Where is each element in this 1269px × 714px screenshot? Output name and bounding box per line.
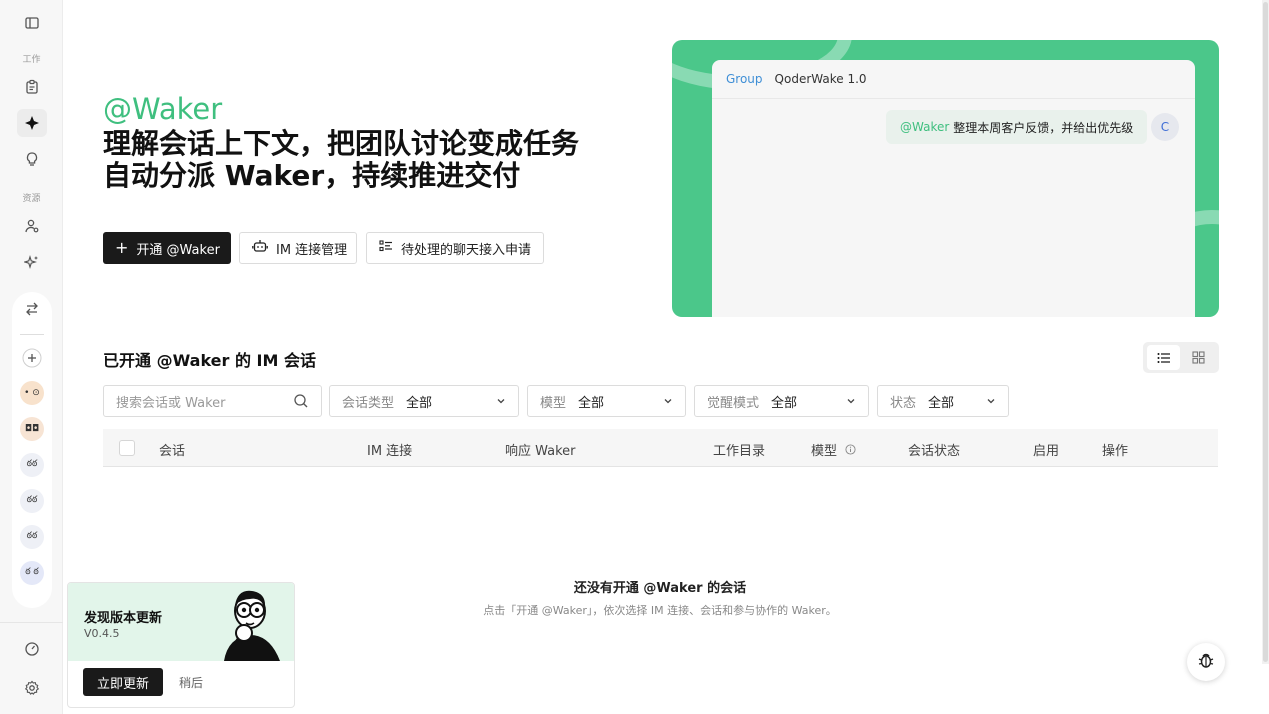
filter-value: 全部 <box>771 395 798 411</box>
column-header: 操作 <box>1102 444 1129 459</box>
agent-avatar[interactable]: ఠఠ <box>20 453 44 477</box>
filter-conversation-type[interactable]: 会话类型 全部 <box>329 385 519 417</box>
column-header: 启用 <box>1033 444 1060 459</box>
update-version: V0.4.5 <box>84 627 120 640</box>
add-agent-icon[interactable] <box>20 346 44 370</box>
column-header: 会话 <box>159 444 186 459</box>
remind-later-button[interactable]: 稍后 <box>179 674 203 691</box>
filter-wake-mode[interactable]: 觉醒模式 全部 <box>694 385 869 417</box>
chat-preview-mention: @Waker <box>900 120 950 134</box>
filter-label: 觉醒模式 <box>707 395 760 411</box>
chat-preview-header: Group QoderWake 1.0 <box>712 60 1195 99</box>
agent-avatar[interactable]: ◘◘ <box>20 417 44 441</box>
search-input[interactable]: 搜索会话或 Waker <box>103 385 322 417</box>
filter-status[interactable]: 状态 全部 <box>877 385 1009 417</box>
user-settings-icon[interactable] <box>20 214 44 238</box>
column-header: 响应 Waker <box>505 444 576 459</box>
settings-icon[interactable] <box>20 676 44 700</box>
scrollbar-thumb[interactable] <box>1263 2 1268 662</box>
waker-nav-icon[interactable] <box>17 109 47 137</box>
magnifier-character-illustration <box>218 585 288 661</box>
chat-preview-text: 整理本周客户反馈，并给出优先级 <box>953 120 1134 135</box>
chat-preview-tab: Group <box>726 72 763 86</box>
plus-icon: + <box>115 238 129 257</box>
list-view-button[interactable] <box>1147 345 1180 370</box>
sidebar-section-resources: 资源 <box>22 194 41 204</box>
search-placeholder: 搜索会话或 Waker <box>116 395 226 411</box>
filter-model[interactable]: 模型 全部 <box>527 385 686 417</box>
update-now-button[interactable]: 立即更新 <box>83 668 163 696</box>
info-icon[interactable] <box>845 444 856 459</box>
sparkle-icon[interactable] <box>20 250 44 274</box>
filter-label: 会话类型 <box>342 395 395 411</box>
chevron-down-icon <box>846 395 856 410</box>
view-toggle <box>1143 342 1219 373</box>
column-header: 工作目录 <box>713 444 766 459</box>
hero-headline-line2: 自动分派 Waker，持续推进交付 <box>103 159 521 192</box>
enable-waker-button[interactable]: + 开通 @Waker <box>103 232 231 264</box>
filter-value: 全部 <box>578 395 605 411</box>
enable-waker-label: 开通 @Waker <box>136 242 220 258</box>
pending-chat-requests-label: 待处理的聊天接入申请 <box>401 242 532 258</box>
column-header: IM 连接 <box>367 444 413 459</box>
chevron-down-icon <box>986 395 996 410</box>
chat-preview-window: Group QoderWake 1.0 @Waker 整理本周客户反馈，并给出优… <box>712 60 1195 317</box>
filter-value: 全部 <box>928 395 955 411</box>
hero-preview-card: Group QoderWake 1.0 @Waker 整理本周客户反馈，并给出优… <box>672 40 1219 317</box>
filter-value: 全部 <box>406 395 433 411</box>
filter-label: 状态 <box>890 395 917 411</box>
column-header-model: 模型 <box>811 440 856 459</box>
table-header: 会话 IM 连接 响应 Waker 工作目录 模型 会话状态 启用 操作 <box>103 429 1218 467</box>
list-check-icon <box>379 239 393 257</box>
column-header: 会话状态 <box>908 444 961 459</box>
pending-chat-requests-button[interactable]: 待处理的聊天接入申请 <box>366 232 544 264</box>
chevron-down-icon <box>496 395 506 410</box>
bug-icon <box>1196 650 1216 674</box>
select-all-checkbox[interactable] <box>119 440 135 456</box>
chat-preview-title: QoderWake 1.0 <box>774 72 867 86</box>
agent-avatar[interactable]: ఠఠ <box>20 525 44 549</box>
gauge-icon[interactable] <box>20 637 44 661</box>
search-icon <box>293 393 309 413</box>
sidebar-divider <box>20 334 44 335</box>
update-title: 发现版本更新 <box>84 611 163 626</box>
clipboard-icon[interactable] <box>20 75 44 99</box>
im-connection-manage-label: IM 连接管理 <box>276 242 348 258</box>
sidebar-bottom-divider <box>0 622 63 623</box>
update-notification-card: 发现版本更新 V0.4.5 立即更新 稍后 <box>67 582 295 708</box>
hero-mention: @Waker <box>103 92 223 126</box>
agent-avatar[interactable]: • ⊙ <box>20 381 44 405</box>
chat-preview-avatar: C <box>1151 113 1179 141</box>
lightbulb-icon[interactable] <box>20 147 44 171</box>
agent-avatar[interactable]: ఠఠ <box>20 489 44 513</box>
section-title: 已开通 @Waker 的 IM 会话 <box>103 351 316 370</box>
chat-preview-message: @Waker 整理本周客户反馈，并给出优先级 <box>886 110 1148 144</box>
bug-report-button[interactable] <box>1187 643 1225 681</box>
swap-icon[interactable] <box>20 297 44 321</box>
robot-icon <box>252 239 268 257</box>
column-header: 模型 <box>811 444 838 459</box>
im-connection-manage-button[interactable]: IM 连接管理 <box>239 232 357 264</box>
sidebar-toggle-icon[interactable] <box>20 11 44 35</box>
grid-view-button[interactable] <box>1182 345 1215 370</box>
sidebar-section-work: 工作 <box>22 55 41 65</box>
chevron-down-icon <box>663 395 673 410</box>
hero-headline-line1: 理解会话上下文，把团队讨论变成任务 <box>103 127 580 160</box>
filter-label: 模型 <box>540 395 567 411</box>
